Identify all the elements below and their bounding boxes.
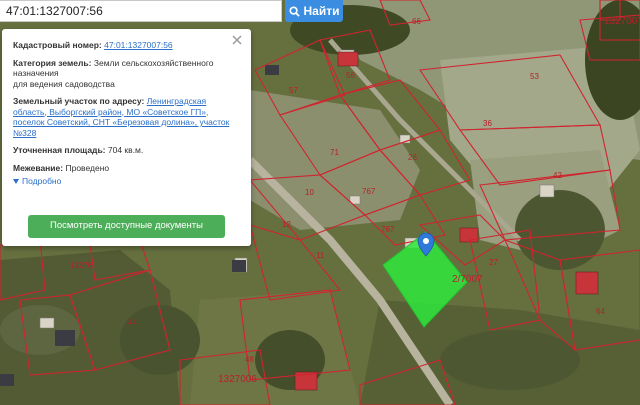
parcel-label-27: 27 (489, 258, 498, 267)
block-label-1327006: 1327006 (218, 374, 257, 385)
search-button[interactable]: Найти (285, 0, 343, 22)
land-category-row: Категория земель: Земли сельскохозяйстве… (13, 58, 240, 90)
survey-value: Проведено (65, 162, 110, 173)
address-row: Земельный участок по адресу: Ленинградск… (13, 96, 240, 138)
search-button-label: Найти (303, 4, 340, 18)
parcel-label-767-b: 767 (381, 225, 395, 234)
parcel-label-64: 64 (596, 307, 605, 316)
parcel-label-11: 11 (316, 251, 325, 260)
details-toggle[interactable]: Подробно (13, 176, 240, 187)
chevron-down-icon (13, 178, 19, 184)
block-label-1327007: 1327007 (604, 16, 640, 27)
area-row: Уточненная площадь: 704 кв.м. (13, 145, 240, 156)
parcel-label-12: 12 (282, 220, 291, 229)
area-value: 704 кв.м. (107, 145, 144, 155)
cadastral-number-row: Кадастровый номер: 47:01:1327007:56 (13, 40, 240, 51)
parcel-label-10: 10 (305, 188, 314, 197)
parcel-label-56: 56 (346, 71, 355, 80)
parcel-label-767-a: 767 (362, 187, 376, 196)
parcel-label-44: 44 (128, 318, 137, 327)
land-category-label: Категория земель: (13, 57, 92, 68)
survey-label: Межевание: (13, 162, 64, 173)
survey-row: Межевание: Проведено (13, 163, 240, 174)
parcel-label-48: 48 (245, 355, 254, 364)
parcel-label-53: 53 (530, 72, 539, 81)
cadastral-number-link[interactable]: 47:01:1327007:56 (104, 40, 173, 50)
parcel-label-12276: 12276 (70, 261, 93, 270)
cadastral-search-input[interactable] (0, 0, 282, 22)
cadastral-number-label: Кадастровый номер: (13, 40, 102, 50)
parcel-info-card: Кадастровый номер: 47:01:1327007:56 Кате… (2, 29, 251, 246)
parcel-label-42: 42 (553, 171, 562, 180)
close-icon[interactable] (231, 34, 243, 46)
parcel-label-71: 71 (330, 148, 339, 157)
parcel-label-66: 66 (412, 17, 421, 26)
area-label: Уточненная площадь: (13, 145, 106, 155)
parcel-label-57: 57 (289, 86, 298, 95)
parcel-label-short: 2/7007 (452, 274, 483, 285)
address-label: Земельный участок по адресу: (13, 96, 145, 106)
parcel-label-36: 36 (483, 119, 492, 128)
land-use-value: для ведения садоводства (13, 78, 115, 89)
parcel-label-26: 26 (408, 153, 417, 162)
search-icon (288, 5, 300, 17)
view-documents-button[interactable]: Посмотреть доступные документы (28, 215, 225, 238)
details-toggle-label: Подробно (22, 176, 62, 186)
